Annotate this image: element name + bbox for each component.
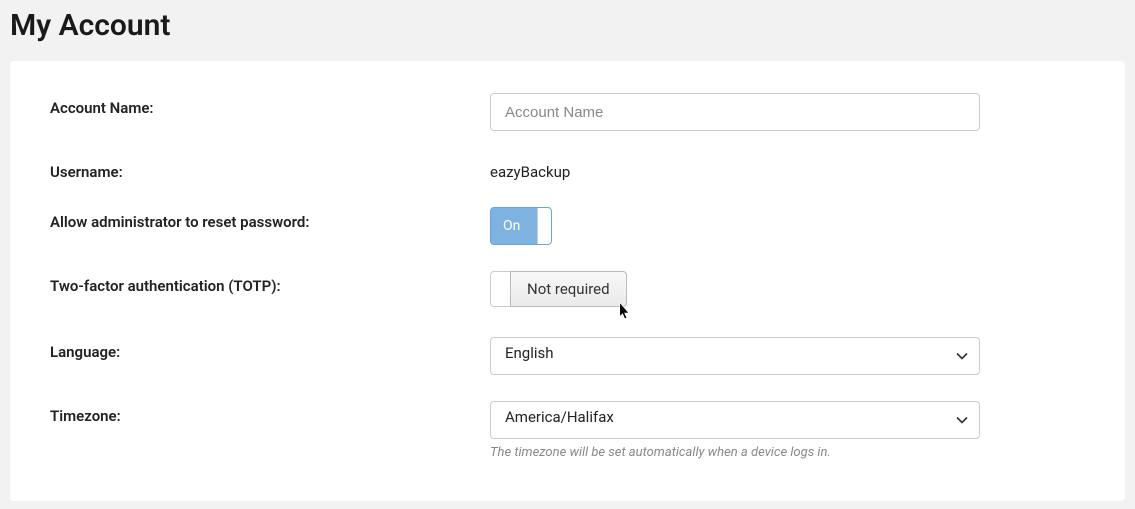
timezone-help-text: The timezone will be set automatically w… (490, 445, 980, 460)
totp-toggle-slot[interactable] (490, 271, 510, 307)
account-form-card: Account Name: Username: eazyBackup Allow… (10, 61, 1125, 501)
label-account-name: Account Name: (50, 93, 490, 117)
page-title: My Account (0, 0, 1135, 61)
row-username: Username: eazyBackup (50, 157, 1085, 181)
admin-reset-toggle[interactable]: On (490, 207, 552, 245)
label-admin-reset: Allow administrator to reset password: (50, 207, 490, 231)
toggle-knob (537, 208, 551, 244)
row-account-name: Account Name: (50, 93, 1085, 131)
timezone-select[interactable]: America/Halifax (490, 401, 980, 439)
label-timezone: Timezone: (50, 401, 490, 425)
totp-not-required-button[interactable]: Not required (510, 271, 627, 307)
totp-button-group: Not required (490, 271, 627, 307)
row-timezone: Timezone: America/Halifax The timezone w… (50, 401, 1085, 460)
account-name-input[interactable] (490, 93, 980, 131)
label-username: Username: (50, 157, 490, 181)
language-selected-value: English (505, 344, 554, 362)
label-totp: Two-factor authentication (TOTP): (50, 271, 490, 295)
row-language: Language: English (50, 337, 1085, 375)
username-value: eazyBackup (490, 157, 980, 181)
row-admin-reset: Allow administrator to reset password: O… (50, 207, 1085, 245)
toggle-state-label: On (503, 218, 520, 234)
row-totp: Two-factor authentication (TOTP): Not re… (50, 271, 1085, 311)
timezone-selected-value: America/Halifax (505, 408, 614, 426)
label-language: Language: (50, 337, 490, 361)
language-select[interactable]: English (490, 337, 980, 375)
totp-button-label: Not required (527, 280, 610, 298)
